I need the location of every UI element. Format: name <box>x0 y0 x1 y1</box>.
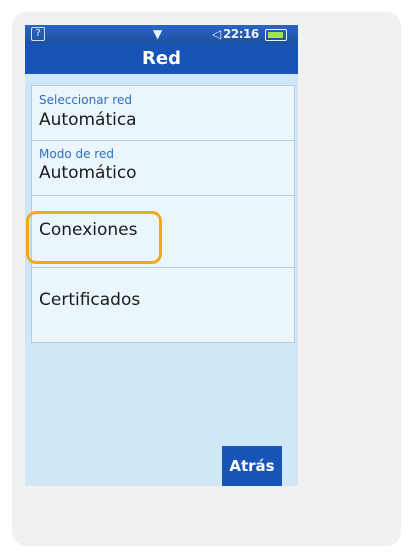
list-item-sublabel: Modo de red <box>39 147 114 161</box>
page-title: Red <box>25 44 298 74</box>
notification-arrow-icon[interactable]: ▼ <box>153 26 162 42</box>
list-item-certificados[interactable]: Certificados <box>32 268 294 341</box>
list-item-label: Certificados <box>39 290 141 310</box>
list-item-sublabel: Seleccionar red <box>39 93 132 107</box>
list-item-value: Automática <box>39 110 137 130</box>
volume-icon: ◁ <box>212 27 222 41</box>
highlight-box <box>26 211 162 264</box>
help-icon: ? <box>31 27 45 41</box>
list-item-seleccionar-red[interactable]: Seleccionar red Automática <box>32 86 294 141</box>
back-button[interactable]: Atrás <box>222 446 282 486</box>
status-bar: ? ▼ ◁ 22:16 <box>25 25 298 44</box>
status-time: 22:16 <box>223 27 259 41</box>
battery-icon <box>265 29 287 41</box>
list-item-value: Automático <box>39 163 137 183</box>
list-item-modo-de-red[interactable]: Modo de red Automático <box>32 141 294 196</box>
